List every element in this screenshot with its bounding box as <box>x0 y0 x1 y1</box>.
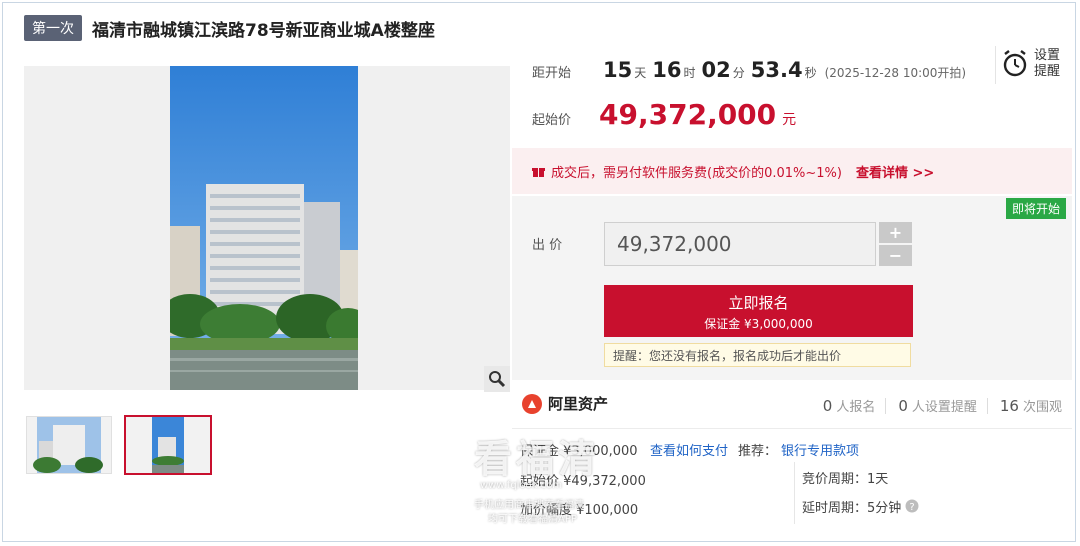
view-details-link[interactable]: 查看详情 >> <box>856 162 934 181</box>
help-icon[interactable]: ? <box>905 499 919 513</box>
start-price-unit: 元 <box>782 112 797 128</box>
signup-label: 人报名 <box>836 400 876 415</box>
bid-cycle-info: 竞价周期：1天 <box>802 472 889 487</box>
how-to-pay-link[interactable]: 查看如何支付 <box>650 440 728 459</box>
thumbnail-photo <box>33 417 103 473</box>
bank-payment-link[interactable]: 银行专用款项 <box>781 440 859 459</box>
set-reminder-label: 设置提醒 <box>1034 48 1061 79</box>
thumbnail-photo <box>152 417 184 473</box>
zoom-button[interactable] <box>484 366 510 392</box>
countdown-days-unit: 天 <box>634 66 647 80</box>
platform-brand: 阿里资产 <box>522 393 608 414</box>
reminder-count: 0 <box>898 397 908 415</box>
divider <box>794 462 795 524</box>
page-title: 福清市融城镇江滨路78号新亚商业城A楼整座 <box>92 20 435 41</box>
countdown-hours: 16 <box>652 58 682 82</box>
auction-stats: 0 人报名 0 人设置提醒 16 次围观 <box>811 396 1062 415</box>
platform-name: 阿里资产 <box>548 395 609 413</box>
start-price-value: 49,372,000 <box>599 98 777 131</box>
main-image[interactable] <box>24 66 510 390</box>
start-price-label: 起始价 <box>532 113 572 128</box>
start-time: (2025-12-28 10:00开拍) <box>824 66 967 80</box>
start-price: 起始价 49,372,000 元 <box>532 98 796 131</box>
notice-text: 成交后，需另付软件服务费(成交价的0.01%~1%) <box>551 165 842 181</box>
reminder-label: 人设置提醒 <box>911 400 977 415</box>
thumbnail-1[interactable] <box>26 416 112 474</box>
signup-count: 0 <box>822 397 833 415</box>
countdown-minutes: 02 <box>701 58 731 82</box>
countdown-hours-unit: 时 <box>683 66 696 80</box>
decrease-bid-button[interactable]: − <box>879 245 912 266</box>
increase-bid-button[interactable]: + <box>879 222 912 243</box>
title-row: 第一次 福清市融城镇江滨路78号新亚商业城A楼整座 <box>24 14 435 42</box>
bid-panel: 即将开始 出 价 49,372,000 + − 立即报名 保证金 ¥3,000,… <box>512 196 1072 380</box>
deposit-label: 保证金 ¥3,000,000 <box>704 317 813 331</box>
countdown-days: 15 <box>603 58 633 82</box>
register-now-button[interactable]: 立即报名 保证金 ¥3,000,000 <box>604 285 913 337</box>
bid-amount-input[interactable]: 49,372,000 <box>604 222 876 266</box>
increment-info: 加价幅度 ¥100,000 <box>520 503 639 518</box>
view-label: 次围观 <box>1022 400 1062 415</box>
countdown-seconds-unit: 秒 <box>804 66 817 80</box>
view-count: 16 <box>999 397 1019 415</box>
set-reminder-button[interactable]: 设置提醒 <box>1002 48 1064 80</box>
round-badge: 第一次 <box>24 15 82 41</box>
stats-separator <box>885 397 887 414</box>
gift-icon <box>532 167 545 177</box>
countdown-label: 距开始 <box>532 66 572 81</box>
register-tip: 提醒：您还没有报名，报名成功后才能出价 <box>604 343 911 367</box>
building-photo <box>170 66 358 390</box>
countdown-seconds: 53.4 <box>750 58 803 82</box>
delay-cycle-info: 延时周期：5分钟 <box>802 501 902 516</box>
recommend-label: 推荐： <box>738 444 778 459</box>
ali-assets-logo-icon <box>522 393 542 414</box>
start-price-info: 起始价 ¥49,372,000 <box>520 474 646 489</box>
service-fee-notice: 成交后，需另付软件服务费(成交价的0.01%~1%) 查看详情 >> <box>512 148 1072 194</box>
bid-label: 出 价 <box>532 238 563 253</box>
countdown: 距开始 15 天 16 时 02 分 53.4 秒 (2025-12-28 10… <box>532 58 966 82</box>
deposit-info: 保证金 ¥3,000,000 <box>520 444 638 459</box>
divider <box>995 46 996 84</box>
alarm-clock-icon <box>1003 50 1027 77</box>
svg-text:?: ? <box>909 502 914 513</box>
thumbnail-2-selected[interactable] <box>124 415 212 475</box>
countdown-minutes-unit: 分 <box>732 66 745 80</box>
status-badge: 即将开始 <box>1005 198 1066 219</box>
magnifier-icon <box>489 371 506 388</box>
stats-separator <box>986 397 988 414</box>
divider <box>512 428 1072 429</box>
register-now-label: 立即报名 <box>728 294 789 312</box>
